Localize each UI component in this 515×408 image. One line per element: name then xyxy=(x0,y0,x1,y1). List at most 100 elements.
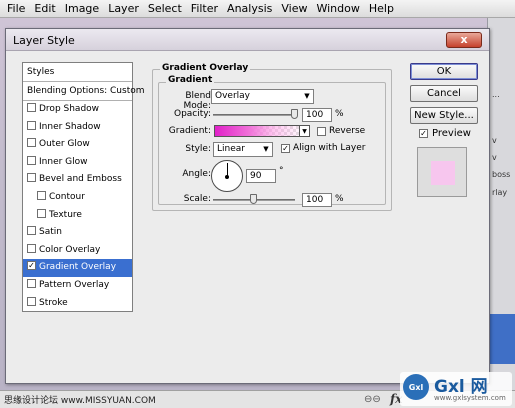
style-checkbox[interactable] xyxy=(27,243,36,253)
menu-view[interactable]: View xyxy=(278,2,313,15)
style-item-inner-shadow[interactable]: Inner Shadow xyxy=(23,119,132,137)
style-checkbox[interactable] xyxy=(27,296,36,306)
opacity-label: Opacity: xyxy=(174,109,211,119)
angle-label: Angle: xyxy=(182,169,211,179)
style-checkbox[interactable] xyxy=(27,155,36,165)
style-item-contour[interactable]: Contour xyxy=(23,189,132,207)
style-checkbox[interactable] xyxy=(27,120,36,130)
menu-analysis[interactable]: Analysis xyxy=(224,2,278,15)
panel-snippet: v xyxy=(492,153,497,162)
styles-list: Styles Blending Options: Custom Drop Sha… xyxy=(22,62,145,313)
close-icon: x xyxy=(460,33,468,46)
menu-layer[interactable]: Layer xyxy=(105,2,145,15)
app-menubar: File Edit Image Layer Select Filter Analysis Vi… xyxy=(0,0,515,18)
new-style-button[interactable]: New Style... xyxy=(410,107,478,124)
menu-edit[interactable]: Edit xyxy=(31,2,61,15)
scale-slider-handle[interactable] xyxy=(250,194,257,204)
style-item-label: Stroke xyxy=(39,297,68,308)
style-checkbox[interactable] xyxy=(37,208,46,218)
style-label: Style: xyxy=(185,144,211,154)
blend-mode-select[interactable]: Overlay ▼ xyxy=(211,89,314,104)
opacity-slider-handle[interactable] xyxy=(291,109,298,119)
style-item-satin[interactable]: Satin xyxy=(23,224,132,242)
style-item-texture[interactable]: Texture xyxy=(23,207,132,225)
watermark-logo-icon: Gxl xyxy=(403,374,429,400)
cancel-button[interactable]: Cancel xyxy=(410,85,478,102)
style-item-label: Inner Glow xyxy=(39,156,88,167)
reverse-label: Reverse xyxy=(329,126,366,136)
style-item-label: Gradient Overlay xyxy=(39,262,117,273)
style-item-label: Bevel and Emboss xyxy=(39,174,122,185)
blend-mode-label: Blend Mode: xyxy=(183,91,211,111)
panel-snippet: rlay xyxy=(492,188,508,197)
styles-header[interactable]: Styles xyxy=(23,63,132,82)
scale-input[interactable]: 100 xyxy=(302,193,332,207)
menu-image[interactable]: Image xyxy=(62,2,105,15)
chevron-down-icon: ▼ xyxy=(304,92,310,100)
style-preview xyxy=(417,147,467,197)
angle-dial[interactable] xyxy=(211,160,243,192)
ok-button[interactable]: OK xyxy=(410,63,478,80)
layer-style-dialog: Layer Style x Styles Blending Options: C… xyxy=(5,28,490,384)
style-checkbox[interactable] xyxy=(27,173,36,183)
panel-snippet: boss xyxy=(492,170,511,179)
style-item-label: Pattern Overlay xyxy=(39,279,110,290)
align-with-layer-checkbox[interactable]: ✓ xyxy=(281,144,290,153)
style-item-label: Contour xyxy=(49,191,85,202)
style-item-pattern-overlay[interactable]: Pattern Overlay xyxy=(23,277,132,295)
forum-credit-text: 思缘设计论坛 www.MISSYUAN.COM xyxy=(4,396,156,406)
style-checkbox[interactable] xyxy=(27,103,36,112)
scale-percent: % xyxy=(335,194,344,204)
style-item-stroke[interactable]: Stroke xyxy=(23,295,132,313)
section-title: Gradient Overlay xyxy=(160,63,251,73)
style-checkbox[interactable] xyxy=(27,278,36,288)
gradient-style-select[interactable]: Linear ▼ xyxy=(213,142,273,157)
chevron-down-icon: ▼ xyxy=(263,145,269,153)
site-watermark: Gxl Gxl 网 www.gxlsystem.com xyxy=(400,372,512,406)
style-item-color-overlay[interactable]: Color Overlay xyxy=(23,242,132,260)
style-checkbox[interactable] xyxy=(37,190,46,200)
style-item-gradient-overlay[interactable]: ✓ Gradient Overlay xyxy=(23,259,132,277)
reverse-checkbox[interactable] xyxy=(317,127,326,136)
align-with-layer-label: Align with Layer xyxy=(293,143,366,153)
style-item-label: Satin xyxy=(39,227,62,238)
preview-label: Preview xyxy=(432,128,471,139)
style-checkbox[interactable] xyxy=(27,138,36,148)
style-item-label: Drop Shadow xyxy=(39,104,100,114)
scale-label: Scale: xyxy=(183,194,211,204)
style-item-inner-glow[interactable]: Inner Glow xyxy=(23,154,132,172)
opacity-percent: % xyxy=(335,109,344,119)
menu-help[interactable]: Help xyxy=(366,2,400,15)
style-item-label: Inner Shadow xyxy=(39,121,101,132)
style-item-outer-glow[interactable]: Outer Glow xyxy=(23,136,132,154)
angle-input[interactable]: 90 xyxy=(246,169,276,183)
layers-selection-strip xyxy=(488,314,515,364)
degree-symbol: ° xyxy=(279,166,284,176)
angle-dial-center xyxy=(225,175,229,179)
panel-snippet: v xyxy=(492,136,497,145)
watermark-url: www.gxlsystem.com xyxy=(434,394,506,402)
link-layers-icon[interactable]: ⊖⊖ xyxy=(364,394,381,405)
menu-filter[interactable]: Filter xyxy=(188,2,224,15)
menu-file[interactable]: File xyxy=(4,2,31,15)
opacity-slider-track[interactable] xyxy=(213,114,295,116)
dialog-titlebar[interactable]: Layer Style x xyxy=(6,29,489,51)
panel-snippet: ... xyxy=(492,90,500,99)
menu-select[interactable]: Select xyxy=(145,2,188,15)
layers-panel-partial: ... v v boss rlay xyxy=(487,18,515,390)
style-item-bevel-and-emboss[interactable]: Bevel and Emboss xyxy=(23,171,132,189)
style-item-label: Outer Glow xyxy=(39,139,90,150)
chevron-down-icon[interactable]: ▼ xyxy=(300,125,310,137)
preview-checkbox[interactable]: ✓ xyxy=(419,129,428,138)
blending-options-item[interactable]: Blending Options: Custom xyxy=(23,82,145,101)
style-item-drop-shadow[interactable]: Drop Shadow xyxy=(23,101,132,119)
group-title: Gradient xyxy=(166,75,215,85)
style-checkbox[interactable] xyxy=(27,226,36,236)
blend-mode-value: Overlay xyxy=(215,91,250,101)
gradient-picker[interactable] xyxy=(214,125,300,137)
style-item-label: Color Overlay xyxy=(39,244,101,255)
menu-window[interactable]: Window xyxy=(313,2,365,15)
style-checkbox[interactable]: ✓ xyxy=(27,261,36,271)
opacity-input[interactable]: 100 xyxy=(302,108,332,122)
close-button[interactable]: x xyxy=(446,32,482,48)
